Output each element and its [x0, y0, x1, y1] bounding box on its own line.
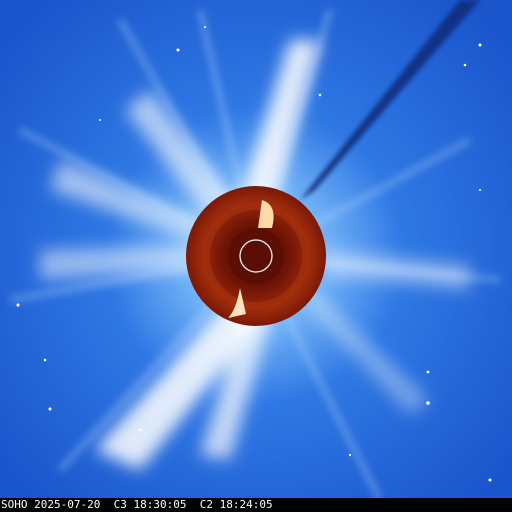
caption-c2-label: C2 — [199, 498, 213, 511]
occulter-disk — [186, 186, 326, 326]
caption-c3-time: 18:30:05 — [133, 498, 187, 511]
caption-c2-time: 18:24:05 — [219, 498, 273, 511]
corona-view — [0, 0, 512, 512]
caption-bar: SOHO 2025-07-20 C3 18:30:05 C2 18:24:05 — [0, 498, 512, 512]
caption-c3-label: C3 — [113, 498, 127, 511]
caption-date: 2025-07-20 — [34, 498, 101, 511]
caption-observatory: SOHO — [1, 498, 28, 511]
coronagraph-image: SOHO 2025-07-20 C3 18:30:05 C2 18:24:05 — [0, 0, 512, 512]
